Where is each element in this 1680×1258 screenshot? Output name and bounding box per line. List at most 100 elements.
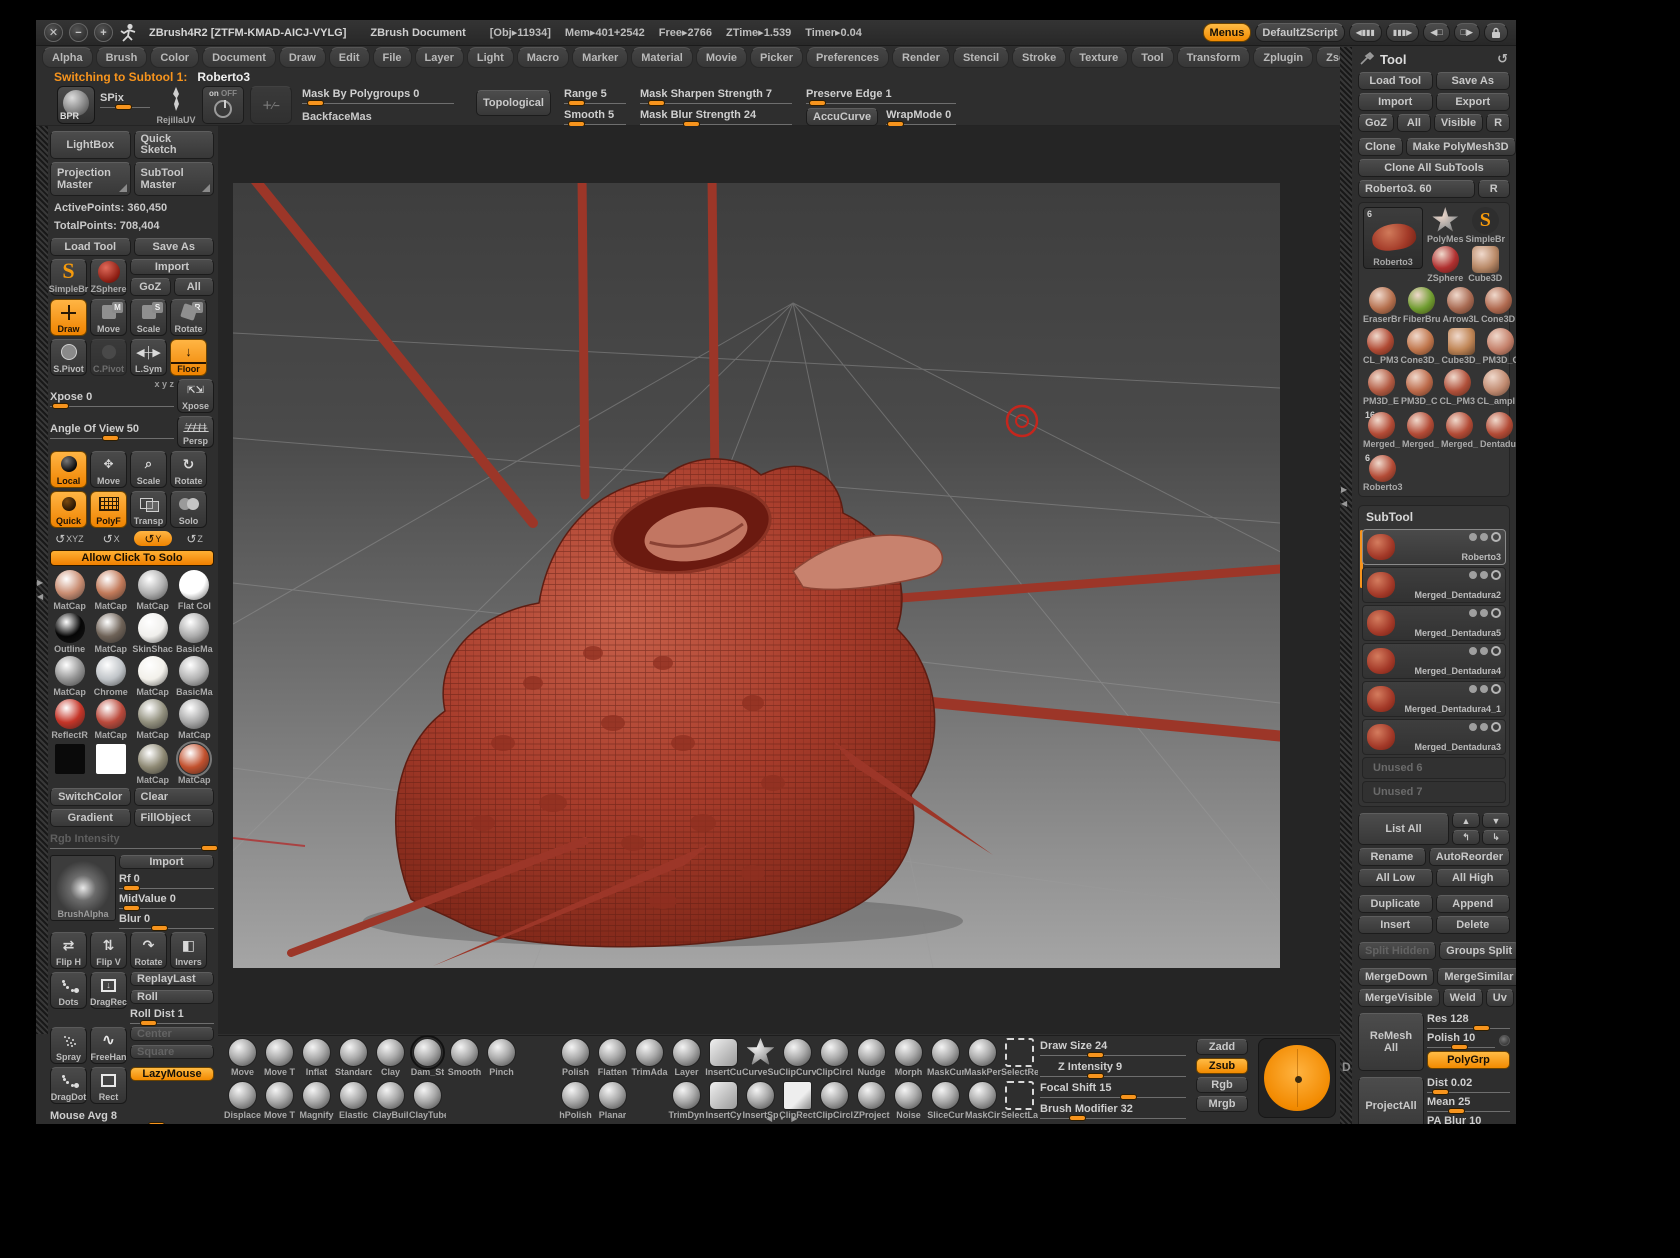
- menu-item[interactable]: File: [373, 47, 412, 68]
- reorder-arrow-button[interactable]: ↳: [1482, 830, 1510, 845]
- brush-thumbnail[interactable]: Polish: [557, 1038, 594, 1080]
- set-pivot-button[interactable]: S.Pivot: [50, 339, 87, 376]
- brush-thumbnail[interactable]: Pinch: [483, 1038, 520, 1080]
- color-swatch[interactable]: MatCap: [175, 744, 215, 785]
- material-swatch[interactable]: Chrome: [91, 656, 130, 697]
- material-swatch[interactable]: MatCap: [132, 699, 173, 740]
- gradient-button[interactable]: Gradient: [50, 809, 131, 827]
- remesh-all-button[interactable]: ReMesh All: [1358, 1013, 1424, 1071]
- minimize-button[interactable]: −: [69, 23, 88, 42]
- brush-thumbnail[interactable]: SelectLa: [1001, 1081, 1038, 1123]
- topological-button[interactable]: Topological: [476, 90, 551, 116]
- material-swatch[interactable]: Outline: [50, 613, 89, 654]
- brush-thumbnail[interactable]: Move T: [261, 1081, 298, 1123]
- left-tray-divider[interactable]: ▶ ◀: [36, 126, 48, 1034]
- fillobject-button[interactable]: FillObject: [134, 809, 215, 827]
- material-swatch[interactable]: MatCap: [91, 570, 130, 611]
- alpha-rotate-button[interactable]: ↷Rotate: [130, 932, 167, 969]
- subtool-visibility-toggles[interactable]: [1469, 722, 1501, 732]
- tool-rename-r-button[interactable]: R: [1478, 180, 1510, 198]
- smooth-slider[interactable]: Smooth 5: [564, 109, 626, 125]
- menu-item[interactable]: Material: [631, 47, 693, 68]
- zsphere-tool-button[interactable]: ZSphere: [90, 259, 127, 296]
- material-swatch[interactable]: MatCap: [132, 656, 173, 697]
- brush-thumbnail[interactable]: ZProject: [853, 1081, 890, 1123]
- subtool-visibility-toggles[interactable]: [1469, 608, 1501, 618]
- tool-export-button[interactable]: Export: [1436, 93, 1511, 111]
- rgb-intensity-slider[interactable]: Rgb Intensity: [50, 833, 214, 849]
- menus-button[interactable]: Menus: [1203, 23, 1252, 42]
- tool-thumbnail[interactable]: Arrow3L: [1443, 287, 1480, 324]
- uv-button[interactable]: Uv: [1486, 989, 1514, 1007]
- tool-thumbnail[interactable]: CL_PM3: [1363, 328, 1399, 365]
- menu-item[interactable]: Movie: [696, 47, 747, 68]
- material-swatch[interactable]: MatCap: [50, 570, 89, 611]
- dist-slider[interactable]: Dist 0.02: [1427, 1077, 1510, 1093]
- duplicate-button[interactable]: Duplicate: [1358, 895, 1433, 913]
- material-swatch[interactable]: BasicMa: [175, 613, 214, 654]
- groups-split-button[interactable]: Groups Split: [1439, 942, 1516, 960]
- insert-button[interactable]: Insert: [1358, 916, 1433, 934]
- tool-goz-button[interactable]: GoZ: [1358, 114, 1394, 132]
- list-all-button[interactable]: List All: [1358, 813, 1449, 845]
- material-swatch[interactable]: BasicMa: [175, 656, 214, 697]
- palette-reset-icon[interactable]: ↺: [1497, 51, 1508, 67]
- brush-thumbnail[interactable]: Standard: [335, 1038, 372, 1080]
- midvalue-slider[interactable]: MidValue 0: [119, 893, 214, 909]
- move-mode-button[interactable]: MMove: [90, 299, 127, 336]
- menu-item[interactable]: Stencil: [953, 47, 1009, 68]
- brush-thumbnail[interactable]: Clay: [372, 1038, 409, 1080]
- preserve-edge-slider[interactable]: Preserve Edge 1: [806, 88, 956, 104]
- goz-button[interactable]: GoZ: [130, 278, 171, 296]
- menu-item[interactable]: Zplugin: [1253, 47, 1313, 68]
- brush-thumbnail[interactable]: ClayTube: [409, 1081, 446, 1123]
- angle-of-view-slider[interactable]: Angle Of View 50: [50, 423, 174, 439]
- accucurve-button[interactable]: AccuCurve: [806, 108, 878, 126]
- brush-thumbnail[interactable]: InsertCy: [705, 1081, 742, 1123]
- doc-scroll-right-icon[interactable]: □▶: [1454, 23, 1480, 42]
- append-button[interactable]: Append: [1436, 895, 1511, 913]
- color-swatch[interactable]: [92, 744, 132, 785]
- pa-blur-slider[interactable]: PA Blur 10: [1427, 1115, 1510, 1124]
- delete-button[interactable]: Delete: [1436, 916, 1511, 934]
- brush-thumbnail[interactable]: Flatten: [594, 1038, 631, 1080]
- material-swatch[interactable]: Flat Col: [175, 570, 214, 611]
- reorder-arrow-button[interactable]: ↰: [1452, 830, 1480, 845]
- subtool-master-button[interactable]: SubTool Master: [134, 162, 215, 196]
- wrapmode-slider[interactable]: WrapMode 0: [886, 109, 956, 125]
- draw-mode-button[interactable]: Draw: [50, 299, 87, 336]
- tool-thumbnail[interactable]: PM3D_C: [1483, 328, 1516, 365]
- tool-thumbnail[interactable]: Cube3D_: [1442, 328, 1481, 365]
- reorder-arrow-button[interactable]: ▼: [1482, 813, 1510, 828]
- menu-item[interactable]: Texture: [1069, 47, 1128, 68]
- menu-item[interactable]: Macro: [517, 47, 569, 68]
- subtool-item[interactable]: Merged_Dentadura5: [1362, 605, 1506, 641]
- gyro-axis-button[interactable]: XYZ: [50, 531, 89, 546]
- mergesimilar-button[interactable]: MergeSimilar: [1437, 968, 1516, 986]
- save-as-button[interactable]: Save As: [134, 238, 215, 256]
- subtool-visibility-toggles[interactable]: [1469, 646, 1501, 656]
- tool-load-button[interactable]: Load Tool: [1358, 72, 1433, 90]
- tool-goz-visible-button[interactable]: Visible: [1434, 114, 1483, 132]
- alpha-inverse-button[interactable]: ◧Invers: [170, 932, 207, 969]
- subtool-item[interactable]: Merged_Dentadura3: [1362, 719, 1506, 755]
- tool-thumbnail[interactable]: Cone3D_: [1401, 328, 1440, 365]
- brush-thumbnail[interactable]: TrimDyn: [668, 1081, 705, 1123]
- brush-thumbnail[interactable]: TrimAda: [631, 1038, 668, 1080]
- stroke-rect-button[interactable]: Rect: [90, 1067, 127, 1104]
- rename-button[interactable]: Rename: [1358, 848, 1426, 866]
- roll-toggle[interactable]: Roll: [130, 990, 214, 1004]
- mouse-avg-slider[interactable]: Mouse Avg 8: [50, 1110, 214, 1124]
- zadd-toggle[interactable]: Zadd: [1196, 1039, 1248, 1055]
- brush-thumbnail[interactable]: Planar: [594, 1081, 631, 1123]
- stroke-spray-button[interactable]: Spray: [50, 1027, 87, 1064]
- brush-thumbnail[interactable]: Nudge: [853, 1038, 890, 1080]
- default-zscript-button[interactable]: DefaultZScript: [1255, 23, 1344, 42]
- clone-all-subtools-button[interactable]: Clone All SubTools: [1358, 159, 1510, 177]
- simplebrush-tool-button[interactable]: SSimpleBr: [50, 259, 87, 296]
- menu-item[interactable]: Alpha: [42, 47, 93, 68]
- mrgb-toggle[interactable]: Mrgb: [1196, 1096, 1248, 1112]
- clear-button[interactable]: Clear: [134, 788, 215, 806]
- material-swatch[interactable]: MatCap: [91, 699, 130, 740]
- replay-last-button[interactable]: ReplayLast: [130, 972, 214, 986]
